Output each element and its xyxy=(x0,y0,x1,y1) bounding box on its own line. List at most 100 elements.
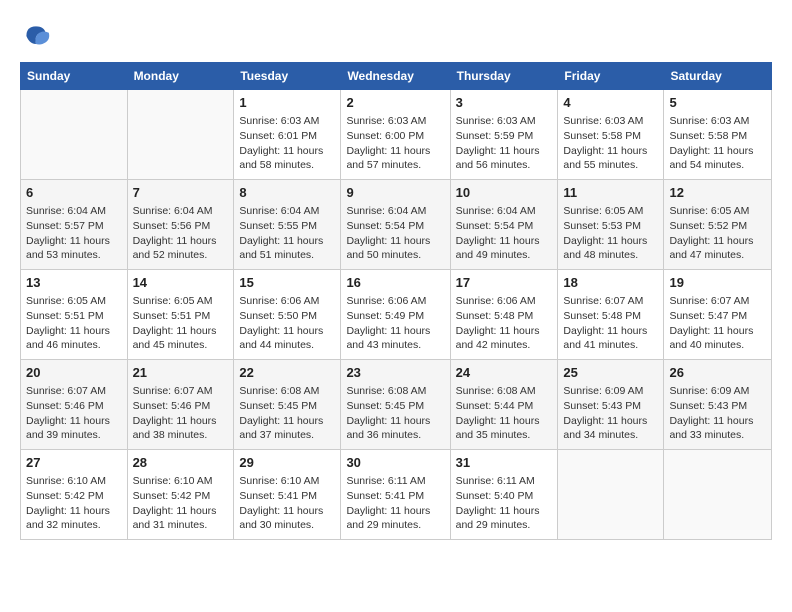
day-number: 5 xyxy=(669,94,766,112)
day-info: Sunrise: 6:10 AM Sunset: 5:41 PM Dayligh… xyxy=(239,474,335,533)
calendar-cell: 3Sunrise: 6:03 AM Sunset: 5:59 PM Daylig… xyxy=(450,90,558,180)
calendar-cell xyxy=(664,450,772,540)
day-number: 6 xyxy=(26,184,122,202)
day-number: 7 xyxy=(133,184,229,202)
calendar-cell: 6 Sunrise: 6:04 AM Sunset: 5:57 PM Daylig… xyxy=(21,180,128,270)
day-info: Sunrise: 6:05 AM Sunset: 5:52 PM Dayligh… xyxy=(669,204,766,263)
calendar-cell: 17 Sunrise: 6:06 AM Sunset: 5:48 PM Dayli… xyxy=(450,270,558,360)
day-number: 26 xyxy=(669,364,766,382)
weekday-header-tuesday: Tuesday xyxy=(234,63,341,90)
calendar-cell: 12 Sunrise: 6:05 AM Sunset: 5:52 PM Dayli… xyxy=(664,180,772,270)
day-info: Sunrise: 6:07 AM Sunset: 5:47 PM Dayligh… xyxy=(669,294,766,353)
day-number: 19 xyxy=(669,274,766,292)
day-number: 11 xyxy=(563,184,658,202)
weekday-row: SundayMondayTuesdayWednesdayThursdayFrid… xyxy=(21,63,772,90)
calendar-cell: 4Sunrise: 6:03 AM Sunset: 5:58 PM Daylig… xyxy=(558,90,664,180)
day-number: 13 xyxy=(26,274,122,292)
calendar-cell xyxy=(21,90,128,180)
calendar-cell: 9 Sunrise: 6:04 AM Sunset: 5:54 PM Daylig… xyxy=(341,180,450,270)
logo-icon xyxy=(20,20,52,52)
day-number: 9 xyxy=(346,184,444,202)
weekday-header-saturday: Saturday xyxy=(664,63,772,90)
day-info: Sunrise: 6:04 AM Sunset: 5:55 PM Dayligh… xyxy=(239,204,335,263)
day-number: 17 xyxy=(456,274,553,292)
calendar-cell: 26 Sunrise: 6:09 AM Sunset: 5:43 PM Dayli… xyxy=(664,360,772,450)
day-number: 15 xyxy=(239,274,335,292)
calendar-cell: 5 Sunrise: 6:03 AM Sunset: 5:58 PM Daylig… xyxy=(664,90,772,180)
calendar-cell: 11 Sunrise: 6:05 AM Sunset: 5:53 PM Dayli… xyxy=(558,180,664,270)
day-info: Sunrise: 6:07 AM Sunset: 5:46 PM Dayligh… xyxy=(26,384,122,443)
day-info: Sunrise: 6:04 AM Sunset: 5:54 PM Dayligh… xyxy=(346,204,444,263)
calendar-cell: 25 Sunrise: 6:09 AM Sunset: 5:43 PM Dayli… xyxy=(558,360,664,450)
calendar-cell: 22 Sunrise: 6:08 AM Sunset: 5:45 PM Dayli… xyxy=(234,360,341,450)
page-header xyxy=(20,20,772,52)
day-info: Sunrise: 6:04 AM Sunset: 5:57 PM Dayligh… xyxy=(26,204,122,263)
day-number: 30 xyxy=(346,454,444,472)
day-number: 21 xyxy=(133,364,229,382)
day-info: Sunrise: 6:03 AM Sunset: 5:59 PM Dayligh… xyxy=(456,114,553,173)
calendar-cell: 24Sunrise: 6:08 AM Sunset: 5:44 PM Dayli… xyxy=(450,360,558,450)
calendar-week-2: 6 Sunrise: 6:04 AM Sunset: 5:57 PM Daylig… xyxy=(21,180,772,270)
day-number: 18 xyxy=(563,274,658,292)
calendar-cell: 1 Sunrise: 6:03 AM Sunset: 6:01 PM Daylig… xyxy=(234,90,341,180)
calendar-cell: 7 Sunrise: 6:04 AM Sunset: 5:56 PM Daylig… xyxy=(127,180,234,270)
calendar-cell: 2Sunrise: 6:03 AM Sunset: 6:00 PM Daylig… xyxy=(341,90,450,180)
calendar-cell xyxy=(127,90,234,180)
day-number: 16 xyxy=(346,274,444,292)
calendar-cell: 21 Sunrise: 6:07 AM Sunset: 5:46 PM Dayli… xyxy=(127,360,234,450)
day-info: Sunrise: 6:05 AM Sunset: 5:51 PM Dayligh… xyxy=(26,294,122,353)
day-info: Sunrise: 6:04 AM Sunset: 5:54 PM Dayligh… xyxy=(456,204,553,263)
calendar-cell: 15 Sunrise: 6:06 AM Sunset: 5:50 PM Dayli… xyxy=(234,270,341,360)
calendar-cell: 19 Sunrise: 6:07 AM Sunset: 5:47 PM Dayli… xyxy=(664,270,772,360)
calendar-cell: 16 Sunrise: 6:06 AM Sunset: 5:49 PM Dayli… xyxy=(341,270,450,360)
calendar-body: 1 Sunrise: 6:03 AM Sunset: 6:01 PM Daylig… xyxy=(21,90,772,540)
day-info: Sunrise: 6:08 AM Sunset: 5:44 PM Dayligh… xyxy=(456,384,553,443)
day-number: 29 xyxy=(239,454,335,472)
day-info: Sunrise: 6:03 AM Sunset: 6:01 PM Dayligh… xyxy=(239,114,335,173)
weekday-header-wednesday: Wednesday xyxy=(341,63,450,90)
calendar-header: SundayMondayTuesdayWednesdayThursdayFrid… xyxy=(21,63,772,90)
day-number: 8 xyxy=(239,184,335,202)
day-info: Sunrise: 6:06 AM Sunset: 5:48 PM Dayligh… xyxy=(456,294,553,353)
day-info: Sunrise: 6:08 AM Sunset: 5:45 PM Dayligh… xyxy=(346,384,444,443)
day-info: Sunrise: 6:03 AM Sunset: 5:58 PM Dayligh… xyxy=(669,114,766,173)
weekday-header-thursday: Thursday xyxy=(450,63,558,90)
calendar-week-4: 20 Sunrise: 6:07 AM Sunset: 5:46 PM Dayli… xyxy=(21,360,772,450)
day-number: 28 xyxy=(133,454,229,472)
calendar-cell: 30 Sunrise: 6:11 AM Sunset: 5:41 PM Dayli… xyxy=(341,450,450,540)
weekday-header-monday: Monday xyxy=(127,63,234,90)
calendar-cell: 23Sunrise: 6:08 AM Sunset: 5:45 PM Dayli… xyxy=(341,360,450,450)
calendar-cell xyxy=(558,450,664,540)
day-info: Sunrise: 6:07 AM Sunset: 5:46 PM Dayligh… xyxy=(133,384,229,443)
calendar-cell: 20 Sunrise: 6:07 AM Sunset: 5:46 PM Dayli… xyxy=(21,360,128,450)
day-number: 1 xyxy=(239,94,335,112)
day-info: Sunrise: 6:04 AM Sunset: 5:56 PM Dayligh… xyxy=(133,204,229,263)
day-info: Sunrise: 6:05 AM Sunset: 5:51 PM Dayligh… xyxy=(133,294,229,353)
calendar-cell: 13 Sunrise: 6:05 AM Sunset: 5:51 PM Dayli… xyxy=(21,270,128,360)
day-number: 25 xyxy=(563,364,658,382)
day-info: Sunrise: 6:09 AM Sunset: 5:43 PM Dayligh… xyxy=(669,384,766,443)
day-info: Sunrise: 6:06 AM Sunset: 5:50 PM Dayligh… xyxy=(239,294,335,353)
day-number: 20 xyxy=(26,364,122,382)
day-info: Sunrise: 6:06 AM Sunset: 5:49 PM Dayligh… xyxy=(346,294,444,353)
day-number: 22 xyxy=(239,364,335,382)
calendar-cell: 8 Sunrise: 6:04 AM Sunset: 5:55 PM Daylig… xyxy=(234,180,341,270)
day-info: Sunrise: 6:03 AM Sunset: 6:00 PM Dayligh… xyxy=(346,114,444,173)
calendar-week-5: 27 Sunrise: 6:10 AM Sunset: 5:42 PM Dayli… xyxy=(21,450,772,540)
day-number: 31 xyxy=(456,454,553,472)
day-info: Sunrise: 6:05 AM Sunset: 5:53 PM Dayligh… xyxy=(563,204,658,263)
weekday-header-friday: Friday xyxy=(558,63,664,90)
calendar-cell: 28Sunrise: 6:10 AM Sunset: 5:42 PM Dayli… xyxy=(127,450,234,540)
calendar-cell: 29 Sunrise: 6:10 AM Sunset: 5:41 PM Dayli… xyxy=(234,450,341,540)
day-info: Sunrise: 6:07 AM Sunset: 5:48 PM Dayligh… xyxy=(563,294,658,353)
day-number: 12 xyxy=(669,184,766,202)
calendar-cell: 14Sunrise: 6:05 AM Sunset: 5:51 PM Dayli… xyxy=(127,270,234,360)
day-info: Sunrise: 6:11 AM Sunset: 5:40 PM Dayligh… xyxy=(456,474,553,533)
day-info: Sunrise: 6:09 AM Sunset: 5:43 PM Dayligh… xyxy=(563,384,658,443)
day-info: Sunrise: 6:08 AM Sunset: 5:45 PM Dayligh… xyxy=(239,384,335,443)
day-info: Sunrise: 6:11 AM Sunset: 5:41 PM Dayligh… xyxy=(346,474,444,533)
calendar-cell: 31 Sunrise: 6:11 AM Sunset: 5:40 PM Dayli… xyxy=(450,450,558,540)
day-number: 27 xyxy=(26,454,122,472)
weekday-header-sunday: Sunday xyxy=(21,63,128,90)
day-info: Sunrise: 6:10 AM Sunset: 5:42 PM Dayligh… xyxy=(26,474,122,533)
